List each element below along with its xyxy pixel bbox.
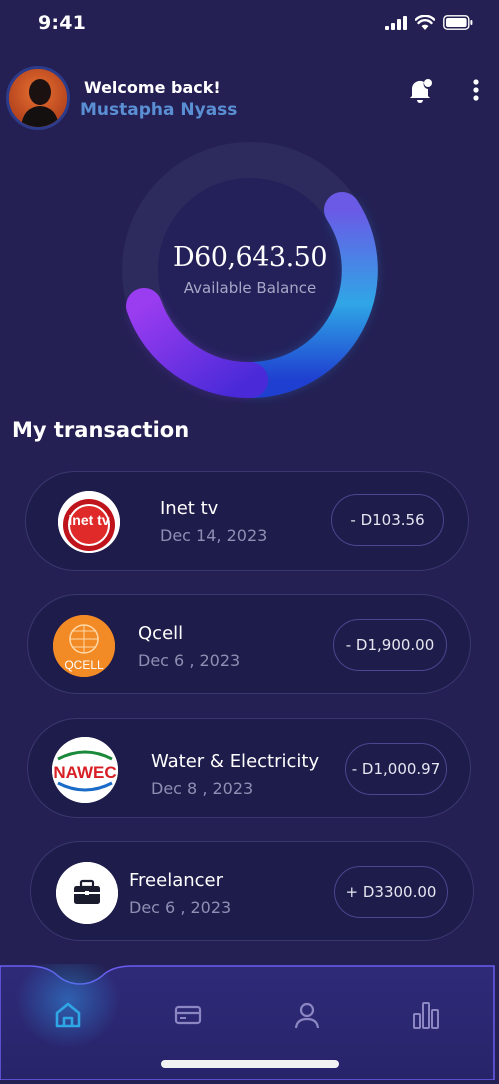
transaction-amount: - D1,000.97 bbox=[345, 743, 447, 795]
nav-profile-icon[interactable] bbox=[292, 1000, 322, 1030]
svg-text:NAWEC: NAWEC bbox=[53, 763, 116, 782]
transaction-amount: - D103.56 bbox=[331, 494, 444, 546]
status-time: 9:41 bbox=[38, 12, 87, 34]
transaction-item[interactable]: QCELL Qcell Dec 6 , 2023 - D1,900.00 bbox=[27, 594, 471, 694]
header: Welcome back! Mustapha Nyass bbox=[0, 66, 499, 130]
user-name: Mustapha Nyass bbox=[80, 100, 238, 120]
nav-home-icon[interactable] bbox=[53, 1000, 83, 1030]
transaction-name: Freelancer bbox=[129, 870, 224, 891]
balance-center: D60,643.50 Available Balance bbox=[114, 242, 386, 297]
nawec-logo: NAWEC bbox=[52, 737, 118, 803]
transaction-name: Inet tv bbox=[160, 498, 219, 519]
status-icons bbox=[385, 15, 473, 30]
balance-amount: D60,643.50 bbox=[172, 242, 328, 273]
avatar-photo bbox=[9, 69, 67, 127]
svg-text:QCELL: QCELL bbox=[64, 658, 104, 672]
transaction-item[interactable]: Freelancer Dec 6 , 2023 + D3300.00 bbox=[30, 841, 474, 941]
qcell-logo: QCELL bbox=[53, 615, 115, 677]
transaction-date: Dec 6 , 2023 bbox=[138, 651, 241, 670]
transaction-amount: + D3300.00 bbox=[334, 866, 448, 918]
balance-label: Available Balance bbox=[183, 279, 317, 297]
transaction-item[interactable]: inet tv Inet tv Dec 14, 2023 - D103.56 bbox=[25, 471, 469, 571]
svg-text:inet tv: inet tv bbox=[68, 512, 109, 528]
wifi-icon bbox=[415, 15, 435, 30]
battery-icon bbox=[443, 15, 473, 30]
inet-tv-logo: inet tv bbox=[58, 491, 120, 553]
signal-icon bbox=[385, 15, 407, 30]
status-bar: 9:41 bbox=[0, 0, 499, 50]
welcome-text: Welcome back! bbox=[84, 78, 221, 97]
home-indicator bbox=[161, 1060, 339, 1068]
section-title: My transaction bbox=[12, 418, 190, 442]
balance-ring: D60,643.50 Available Balance bbox=[114, 134, 386, 406]
transaction-date: Dec 6 , 2023 bbox=[129, 898, 232, 917]
more-options-icon[interactable] bbox=[470, 78, 482, 108]
transaction-date: Dec 8 , 2023 bbox=[151, 779, 254, 798]
transaction-item[interactable]: NAWEC Water & Electricity Dec 8 , 2023 -… bbox=[27, 718, 471, 818]
transaction-name: Water & Electricity bbox=[151, 751, 320, 772]
avatar[interactable] bbox=[6, 66, 70, 130]
transaction-amount: - D1,900.00 bbox=[333, 619, 447, 671]
briefcase-icon bbox=[56, 862, 118, 924]
nav-stats-icon[interactable] bbox=[411, 1000, 441, 1030]
transaction-date: Dec 14, 2023 bbox=[160, 526, 268, 545]
transaction-name: Qcell bbox=[138, 623, 184, 644]
nav-card-icon[interactable] bbox=[173, 1000, 203, 1030]
notification-bell-icon[interactable] bbox=[406, 76, 434, 108]
